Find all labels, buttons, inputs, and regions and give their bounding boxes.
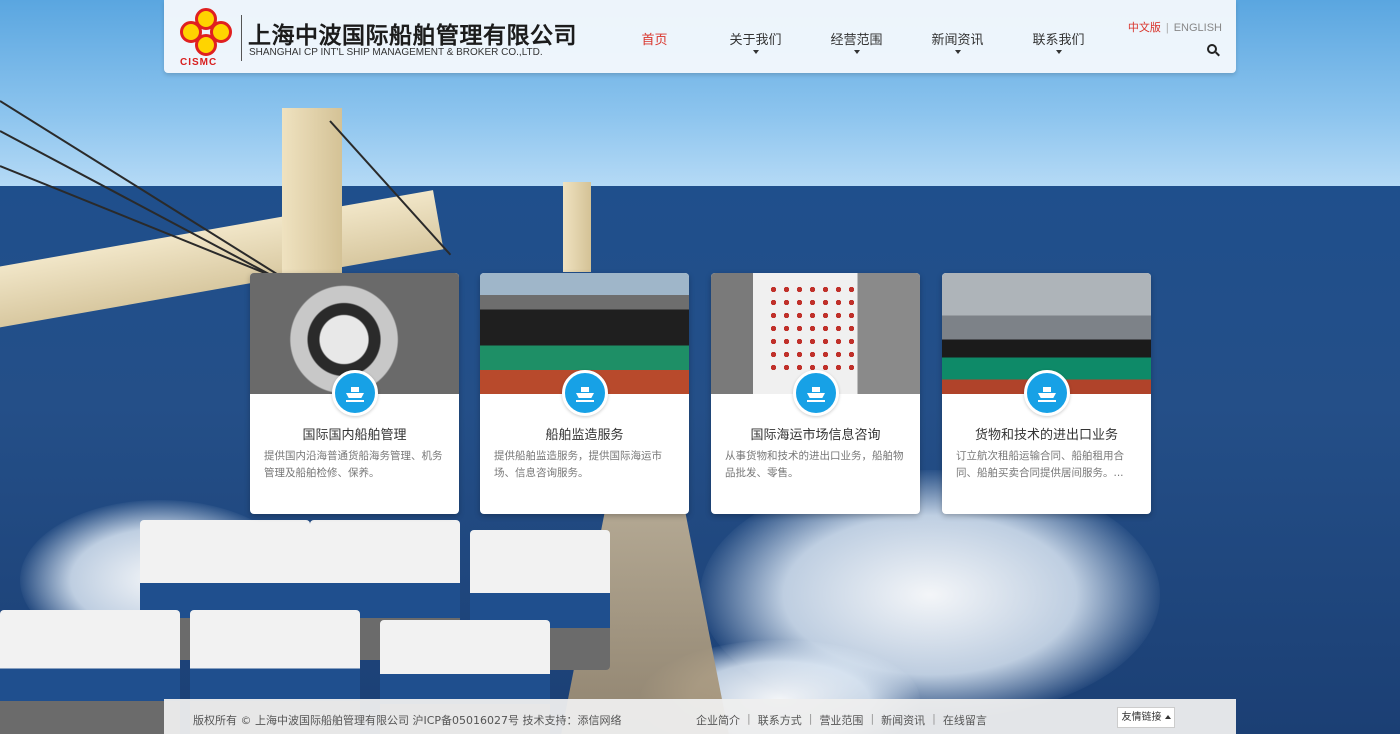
footer-link-company-intro[interactable]: 企业简介 [696,712,740,728]
logo-petal [210,21,232,43]
service-cards: 国际国内船舶管理 提供国内沿海普通货船海务管理、机务管理及船舶检修、保养。 船舶… [250,273,1151,514]
nav-item-label: 联系我们 [1032,33,1085,48]
search-icon[interactable] [1207,44,1220,57]
site-footer: 版权所有 © 上海中波国际船舶管理有限公司 沪ICP备05016027号 技术支… [164,699,1236,734]
footer-link-message[interactable]: 在线留言 [943,712,987,728]
copyright-text: 版权所有 © 上海中波国际船舶管理有限公司 沪ICP备05016027号 技术支… [193,714,622,727]
card-description: 提供船舶监造服务，提供国际海运市场、信息咨询服务。 [494,450,662,479]
nav-item-label: 新闻资讯 [931,33,984,48]
nav-item-home[interactable]: 首页 [604,0,705,73]
boat [0,610,180,734]
language-switch: 中文版 | ENGLISH [1128,19,1222,35]
crane-mast [282,108,342,288]
caret-down-icon [1055,50,1062,54]
caret-down-icon [853,50,860,54]
main-nav: 首页 关于我们 经营范围 新闻资讯 联系我们 [604,0,1109,73]
search-icon-handle [1215,51,1220,57]
card-description: 订立航次租船运输合同、船舶租用合同、船舶买卖合同提供居间服务。... [956,450,1124,479]
footer-links: 企业简介 | 联系方式 | 营业范围 | 新闻资讯 | 在线留言 [696,712,987,728]
ship-glyph [1038,385,1056,403]
logo-abbr: CISMC [180,57,218,68]
ship-icon [793,370,839,416]
footer-separator: | [747,712,751,725]
logo-divider [241,15,242,61]
company-name-en: SHANGHAI CP INT'L SHIP MANAGEMENT & BROK… [249,47,543,58]
lang-english[interactable]: ENGLISH [1174,22,1222,34]
lang-chinese[interactable]: 中文版 [1128,22,1161,34]
footer-separator: | [932,712,936,725]
footer-link-news[interactable]: 新闻资讯 [881,712,925,728]
caret-down-icon [954,50,961,54]
friend-links-button[interactable]: 友情链接 [1117,707,1175,728]
ship-icon [332,370,378,416]
logo-petal [180,21,202,43]
ship-icon [1024,370,1070,416]
caret-down-icon [752,50,759,54]
site-header: CISMC 上海中波国际船舶管理有限公司 SHANGHAI CP INT'L S… [164,0,1236,73]
card-title: 国际国内船舶管理 [302,428,407,443]
service-card-market-consulting[interactable]: 国际海运市场信息咨询 从事货物和技术的进出口业务，船舶物品批发、零售。 [711,273,920,514]
card-description: 提供国内沿海普通货船海务管理、机务管理及船舶检修、保养。 [264,450,443,479]
nav-item-business-scope[interactable]: 经营范围 [806,0,907,73]
service-card-ship-management[interactable]: 国际国内船舶管理 提供国内沿海普通货船海务管理、机务管理及船舶检修、保养。 [250,273,459,514]
nav-item-label: 经营范围 [830,33,883,48]
nav-item-label: 关于我们 [729,33,782,48]
caret-up-icon [1164,715,1171,719]
footer-link-contact[interactable]: 联系方式 [758,712,802,728]
crane-mast [563,182,591,272]
footer-separator: | [808,712,813,725]
nav-item-about[interactable]: 关于我们 [705,0,806,73]
nav-item-news[interactable]: 新闻资讯 [907,0,1008,73]
service-card-shipbuilding-supervision[interactable]: 船舶监造服务 提供船舶监造服务，提供国际海运市场、信息咨询服务。 [480,273,689,514]
ship-glyph [346,385,364,403]
service-card-import-export[interactable]: 货物和技术的进出口业务 订立航次租船运输合同、船舶租用合同、船舶买卖合同提供居间… [942,273,1151,514]
ship-glyph [576,385,594,403]
card-title: 船舶监造服务 [545,428,624,443]
card-title: 国际海运市场信息咨询 [750,428,881,443]
company-name-cn: 上海中波国际船舶管理有限公司 [248,23,577,49]
company-logo[interactable]: CISMC [178,8,234,68]
footer-link-business-scope[interactable]: 营业范围 [819,712,863,728]
footer-separator: | [870,712,875,725]
card-title: 货物和技术的进出口业务 [974,428,1118,443]
nav-item-label: 首页 [641,33,668,48]
card-description: 从事货物和技术的进出口业务，船舶物品批发、零售。 [725,450,904,479]
lang-separator: | [1165,22,1169,34]
nav-item-contact[interactable]: 联系我们 [1008,0,1109,73]
ship-icon [562,370,608,416]
ship-glyph [807,385,825,403]
friend-links-label: 友情链接 [1121,712,1162,723]
